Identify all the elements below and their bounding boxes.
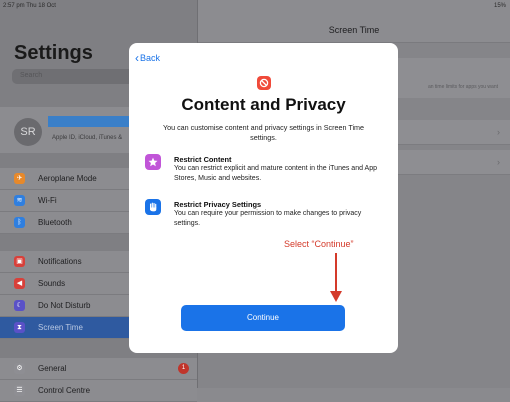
bluetooth-icon: ᛒ — [14, 217, 25, 228]
star-icon — [145, 154, 161, 170]
sidebar-item-label: General — [38, 364, 67, 373]
feature-description: You can require your permission to make … — [174, 210, 362, 227]
settings-group-general: ⚙ General 1 ☰ Control Centre — [0, 358, 197, 402]
airplane-icon: ✈ — [14, 173, 25, 184]
restriction-icon — [257, 76, 271, 90]
notification-badge: 1 — [178, 363, 189, 374]
redacted-name — [48, 116, 136, 127]
back-button[interactable]: ‹Back — [135, 51, 160, 65]
status-bar: 2:57 pm Thu 18 Oct 15% — [0, 0, 510, 12]
feature-title: Restrict Privacy Settings — [174, 200, 262, 209]
chevron-left-icon: ‹ — [135, 51, 139, 65]
sidebar-item-label: Bluetooth — [38, 218, 72, 227]
continue-button[interactable]: Continue — [181, 305, 345, 331]
battery-level: 15% — [493, 3, 506, 9]
sidebar-item-general[interactable]: ⚙ General 1 — [0, 358, 197, 380]
avatar: SR — [14, 118, 42, 146]
sidebar-item-label: Notifications — [38, 257, 82, 266]
chevron-right-icon: › — [497, 157, 500, 167]
modal-subtitle: You can customise content and privacy se… — [162, 123, 365, 142]
ipad-screen: Settings Search SR Apple ID, iCloud, iTu… — [0, 0, 510, 402]
modal-title: Content and Privacy — [181, 95, 346, 114]
feature-title: Restrict Content — [174, 155, 232, 164]
moon-icon: ☾ — [14, 300, 25, 311]
sidebar-item-label: Aeroplane Mode — [38, 174, 97, 183]
detail-title: Screen Time — [328, 25, 380, 35]
sidebar-item-control-centre[interactable]: ☰ Control Centre — [0, 380, 197, 402]
chevron-right-icon: › — [497, 127, 500, 137]
back-label: Back — [140, 53, 161, 63]
hand-icon — [145, 199, 161, 215]
info-card-text: an time limits for apps you want — [427, 84, 498, 90]
sidebar-item-label: Do Not Disturb — [38, 301, 91, 310]
arrow-down-icon — [330, 253, 342, 302]
annotation-label: Select “Continue” — [284, 239, 354, 249]
feature-description: You can restrict explicit and mature con… — [174, 165, 377, 182]
wifi-icon: ≋ — [14, 195, 25, 206]
sidebar-item-label: Control Centre — [38, 386, 91, 395]
notifications-icon: ▣ — [14, 256, 25, 267]
sidebar-item-label: Sounds — [38, 279, 66, 288]
gear-icon: ⚙ — [14, 363, 25, 374]
hourglass-icon: ⧗ — [14, 322, 25, 333]
status-time: 2:57 pm Thu 18 Oct — [3, 3, 56, 9]
control-centre-icon: ☰ — [14, 385, 25, 396]
sidebar-item-label: Wi-Fi — [38, 196, 57, 205]
sidebar-title: Settings — [14, 42, 93, 64]
content-privacy-modal: ‹Back Content and Privacy You can custom… — [129, 43, 398, 353]
sidebar-item-label: Screen Time — [38, 323, 83, 332]
sounds-icon: ◀ — [14, 278, 25, 289]
search-placeholder: Search — [20, 72, 43, 79]
profile-subtitle: Apple ID, iCloud, iTunes & — [52, 135, 123, 141]
